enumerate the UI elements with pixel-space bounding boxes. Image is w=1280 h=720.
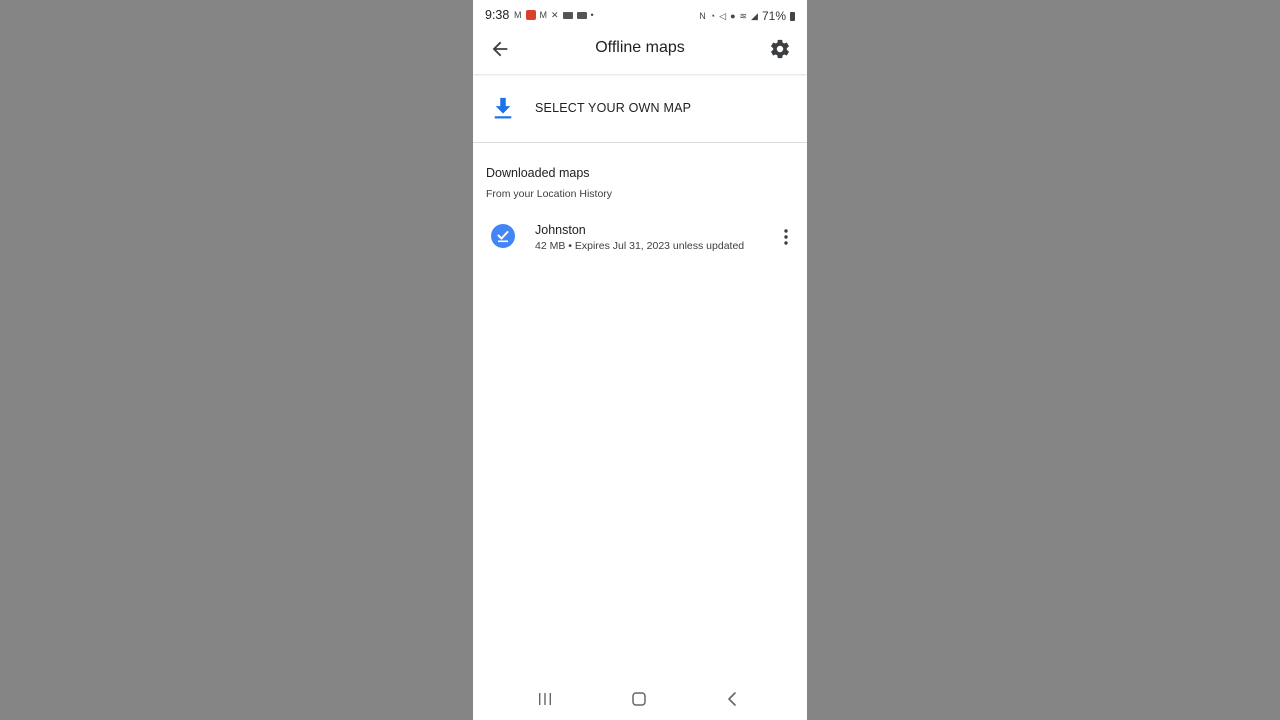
gmail-icon: M bbox=[514, 10, 522, 20]
news-icon bbox=[576, 11, 587, 19]
wifi-icon: ≋ bbox=[739, 11, 748, 21]
notification-icons: M M ✕ • bbox=[514, 9, 594, 21]
signal-icon: ◢ bbox=[751, 11, 758, 21]
system-icons: N ◔ ◁ ● ≋ ◢ 71% bbox=[699, 9, 795, 23]
back-nav-icon[interactable] bbox=[725, 691, 739, 707]
status-time: 9:38 bbox=[485, 8, 510, 22]
location-icon: ● bbox=[730, 11, 736, 21]
gear-icon[interactable] bbox=[769, 38, 791, 60]
nfc-icon: N bbox=[699, 11, 706, 21]
downloaded-maps-subtitle: From your Location History bbox=[486, 188, 613, 200]
mute-icon: ◁ bbox=[719, 11, 727, 21]
app-bar: Offline maps bbox=[473, 30, 807, 74]
missed-call-icon: ✕ bbox=[551, 10, 559, 20]
download-icon bbox=[494, 97, 512, 119]
downloaded-maps-heading: Downloaded maps bbox=[486, 166, 590, 180]
map-details: 42 MB • Expires Jul 31, 2023 unless upda… bbox=[535, 240, 745, 252]
check-circle-icon bbox=[491, 224, 515, 248]
more-notifications-dot-icon: • bbox=[590, 10, 594, 20]
navigation-bar bbox=[473, 683, 807, 715]
battery-icon bbox=[790, 11, 795, 21]
app-notification-icon bbox=[525, 10, 536, 20]
battery-percent: 71% bbox=[761, 9, 786, 23]
map-name: Johnston bbox=[535, 223, 586, 237]
select-own-map-label: SELECT YOUR OWN MAP bbox=[535, 101, 692, 115]
gmail-icon: M bbox=[539, 10, 548, 20]
page-title: Offline maps bbox=[595, 39, 685, 56]
phone-screen: 9:38 M M ✕ • N ◔ ◁ ● ≋ ◢ 71% Offline map… bbox=[473, 0, 807, 720]
list-item[interactable]: Johnston 42 MB • Expires Jul 31, 2023 un… bbox=[473, 214, 807, 260]
more-vert-icon[interactable] bbox=[779, 228, 793, 246]
select-own-map-button[interactable]: SELECT YOUR OWN MAP bbox=[473, 74, 807, 143]
recent-apps-icon[interactable] bbox=[537, 692, 553, 706]
alarm-icon: ◔ bbox=[709, 11, 716, 21]
status-bar: 9:38 M M ✕ • N ◔ ◁ ● ≋ ◢ 71% bbox=[473, 0, 807, 30]
home-icon[interactable] bbox=[631, 691, 647, 707]
news-icon bbox=[562, 11, 573, 19]
